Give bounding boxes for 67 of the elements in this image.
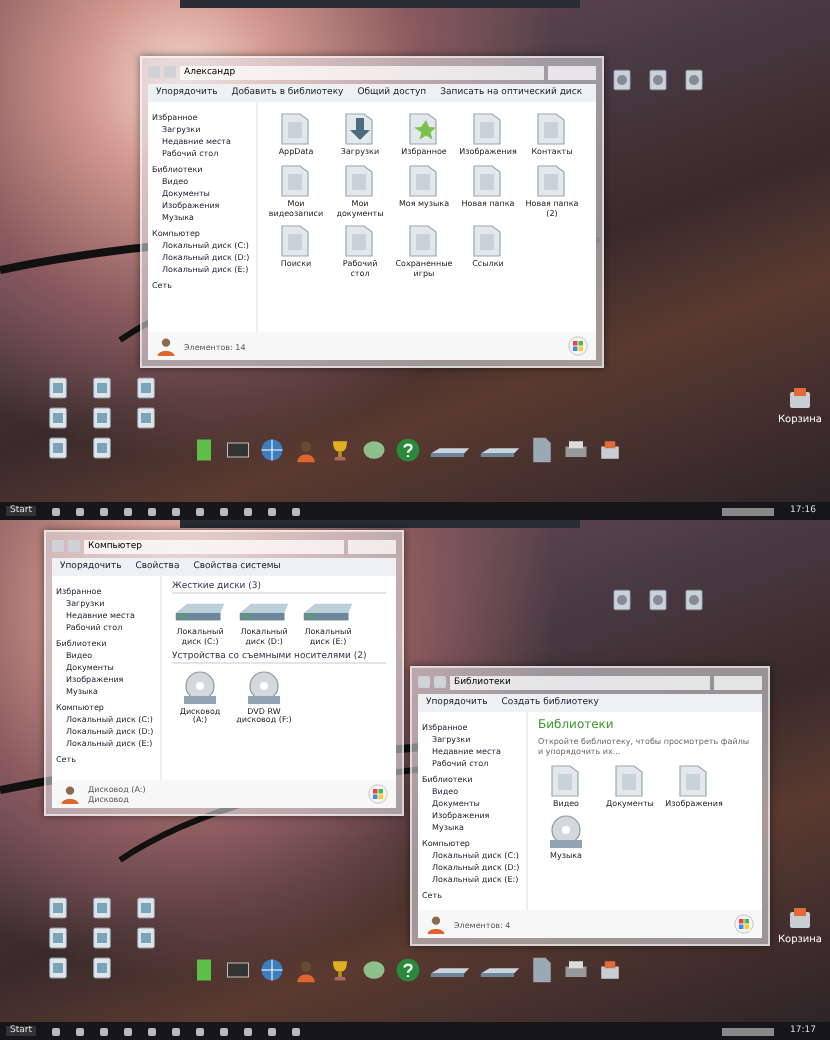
search-field[interactable] bbox=[348, 539, 396, 553]
file-icon[interactable] bbox=[92, 896, 112, 920]
monitor-icon[interactable] bbox=[224, 436, 252, 464]
recycle-bin-icon[interactable] bbox=[596, 956, 624, 984]
taskbar-icon[interactable] bbox=[76, 1027, 84, 1035]
file-icon[interactable] bbox=[612, 68, 632, 92]
search-field[interactable] bbox=[548, 65, 596, 79]
file-icon[interactable] bbox=[48, 896, 68, 920]
disc-drive-icon[interactable] bbox=[180, 667, 220, 708]
user-icon[interactable] bbox=[292, 956, 320, 984]
taskbar-icon[interactable] bbox=[244, 1027, 252, 1035]
user-icon bbox=[60, 784, 80, 804]
file-icon[interactable] bbox=[48, 436, 68, 460]
taskbar-icon[interactable] bbox=[52, 1027, 60, 1035]
file-icon[interactable] bbox=[136, 926, 156, 950]
file-icon[interactable] bbox=[136, 376, 156, 400]
file-icon[interactable] bbox=[648, 588, 668, 612]
user-icon bbox=[426, 914, 446, 934]
system-tray-icon[interactable] bbox=[722, 507, 775, 515]
globe-icon[interactable] bbox=[258, 436, 286, 464]
taskbar-icon[interactable] bbox=[196, 507, 204, 515]
taskbar-icon[interactable] bbox=[76, 507, 84, 515]
monitor-icon[interactable] bbox=[224, 956, 252, 984]
file-icon[interactable] bbox=[136, 406, 156, 430]
file-icon[interactable] bbox=[48, 956, 68, 980]
taskbar-icon[interactable] bbox=[52, 507, 60, 515]
file-icon[interactable] bbox=[684, 588, 704, 612]
globe-icon[interactable] bbox=[258, 956, 286, 984]
file-icon[interactable] bbox=[48, 926, 68, 950]
file-icon[interactable] bbox=[92, 956, 112, 980]
file-icon[interactable] bbox=[648, 68, 668, 92]
taskbar-icon[interactable] bbox=[172, 1027, 180, 1035]
file-icon[interactable] bbox=[92, 406, 112, 430]
user-icon bbox=[156, 336, 176, 356]
recycle-bin-icon[interactable] bbox=[785, 386, 814, 410]
file-icon[interactable] bbox=[92, 436, 112, 460]
file-icon[interactable] bbox=[136, 896, 156, 920]
help-icon[interactable] bbox=[394, 956, 422, 984]
taskbar-icon[interactable] bbox=[124, 1027, 132, 1035]
recycle-bin-icon[interactable] bbox=[785, 906, 814, 930]
taskbar-icon[interactable] bbox=[148, 507, 156, 515]
taskbar-icon[interactable] bbox=[100, 507, 108, 515]
file-icon[interactable] bbox=[612, 588, 632, 612]
taskbar-icon[interactable] bbox=[220, 507, 228, 515]
taskbar-icon[interactable] bbox=[196, 1027, 204, 1035]
taskbar-icon[interactable] bbox=[148, 1027, 156, 1035]
system-tray-icon[interactable] bbox=[722, 1027, 775, 1035]
search-field[interactable] bbox=[714, 675, 762, 689]
taskbar-icon[interactable] bbox=[100, 1027, 108, 1035]
recycle-bin-icon[interactable] bbox=[596, 436, 624, 464]
file-icon[interactable] bbox=[684, 68, 704, 92]
taskbar-icon[interactable] bbox=[244, 507, 252, 515]
disc-drive-icon[interactable] bbox=[546, 811, 586, 852]
file-icon[interactable] bbox=[92, 926, 112, 950]
file-icon[interactable] bbox=[92, 376, 112, 400]
taskbar-icon[interactable] bbox=[172, 507, 180, 515]
disc-drive-icon[interactable] bbox=[244, 667, 284, 708]
taskbar-icon[interactable] bbox=[292, 1027, 300, 1035]
taskbar-icon[interactable] bbox=[268, 1027, 276, 1035]
taskbar-icon[interactable] bbox=[268, 507, 276, 515]
help-icon[interactable] bbox=[394, 436, 422, 464]
file-icon[interactable] bbox=[48, 406, 68, 430]
file-icon[interactable] bbox=[48, 376, 68, 400]
taskbar-icon[interactable] bbox=[292, 507, 300, 515]
taskbar-icon[interactable] bbox=[124, 507, 132, 515]
user-icon[interactable] bbox=[292, 436, 320, 464]
taskbar-icon[interactable] bbox=[220, 1027, 228, 1035]
